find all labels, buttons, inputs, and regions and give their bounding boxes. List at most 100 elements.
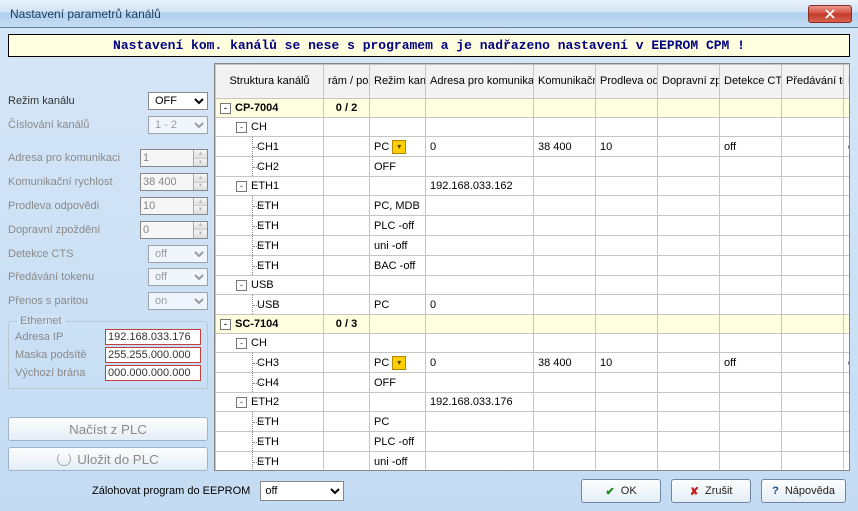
- tree-label: CH: [251, 121, 267, 133]
- expand-toggle[interactable]: -: [236, 397, 247, 408]
- help-button[interactable]: ?Nápověda: [761, 479, 846, 503]
- label-parity: Přenos s paritou: [8, 295, 144, 307]
- label-addr: Adresa pro komunikaci: [8, 152, 136, 164]
- tree-label: ETH1: [251, 180, 279, 192]
- col-speed[interactable]: Komunikační rychlost: [534, 65, 596, 99]
- select-numbering[interactable]: 1 - 2: [148, 116, 208, 134]
- warning-banner: Nastavení kom. kanálů se nese s programe…: [8, 34, 850, 57]
- col-parity[interactable]: Přenos s paritou: [844, 65, 850, 99]
- load-from-plc-button[interactable]: Načíst z PLC: [8, 417, 208, 441]
- expand-toggle[interactable]: -: [236, 122, 247, 133]
- col-token[interactable]: Předávání tokenu: [782, 65, 844, 99]
- ok-button[interactable]: ✔OK: [581, 479, 661, 503]
- table-row[interactable]: CH2OFF: [216, 157, 850, 177]
- table-row[interactable]: -ETH2192.168.033.176: [216, 393, 850, 412]
- table-row[interactable]: ETHuni -off: [216, 452, 850, 471]
- label-resp: Prodleva odpovědi: [8, 200, 136, 212]
- expand-toggle[interactable]: -: [220, 319, 231, 330]
- label-token: Předávání tokenu: [8, 271, 144, 283]
- select-token[interactable]: off: [148, 268, 208, 286]
- input-ip[interactable]: [105, 329, 201, 345]
- col-resp[interactable]: Prodleva odpovědi: [596, 65, 658, 99]
- row-speed: Komunikační rychlost ▲▼: [8, 172, 208, 192]
- col-ram[interactable]: rám / pozice: [324, 65, 370, 99]
- spin-speed[interactable]: ▲▼: [140, 173, 208, 191]
- select-parity[interactable]: on: [148, 292, 208, 310]
- table-row[interactable]: -CH: [216, 334, 850, 353]
- up-icon[interactable]: ▲: [194, 150, 207, 159]
- question-icon: ?: [772, 485, 779, 497]
- table-row[interactable]: CH4OFF: [216, 373, 850, 393]
- close-icon: [825, 9, 835, 19]
- col-addr[interactable]: Adresa pro komunikaci: [426, 65, 534, 99]
- backup-select[interactable]: off: [260, 481, 344, 501]
- tree-label: ETH2: [251, 396, 279, 408]
- table-row[interactable]: ETHPC: [216, 412, 850, 432]
- dropdown-icon[interactable]: ▾: [392, 140, 406, 154]
- label-mode: Režim kanálu: [8, 95, 144, 107]
- expand-toggle[interactable]: -: [236, 280, 247, 291]
- table-row[interactable]: CH1PC▾038 40010offon: [216, 137, 850, 157]
- dropdown-icon[interactable]: ▾: [392, 356, 406, 370]
- left-panel: Režim kanálu OFF Číslování kanálů 1 - 2 …: [8, 63, 208, 471]
- spin-resp[interactable]: ▲▼: [140, 197, 208, 215]
- row-mask: Maska podsítě: [15, 346, 201, 364]
- select-cts[interactable]: off: [148, 245, 208, 263]
- table-row[interactable]: -SC-71040 / 3: [216, 315, 850, 334]
- ethernet-group: Ethernet Adresa IP Maska podsítě Výchozí…: [8, 321, 208, 389]
- input-resp[interactable]: [141, 198, 193, 214]
- ethernet-group-label: Ethernet: [17, 315, 65, 327]
- backup-label: Zálohovat program do EEPROM: [12, 485, 250, 497]
- row-cts: Detekce CTS off: [8, 244, 208, 264]
- cancel-button[interactable]: ✘Zrušit: [671, 479, 751, 503]
- table-row[interactable]: -ETH1192.168.033.162: [216, 177, 850, 196]
- expand-toggle[interactable]: -: [236, 181, 247, 192]
- table-row[interactable]: ETHPLC -off: [216, 216, 850, 236]
- col-struct[interactable]: Struktura kanálů: [216, 65, 324, 99]
- row-numbering: Číslování kanálů 1 - 2: [8, 115, 208, 135]
- table-row[interactable]: -USB: [216, 276, 850, 295]
- label-ip: Adresa IP: [15, 331, 101, 343]
- row-mode: Režim kanálu OFF: [8, 91, 208, 111]
- expand-toggle[interactable]: -: [220, 103, 231, 114]
- col-mode[interactable]: Režim kanálu: [370, 65, 426, 99]
- table-row[interactable]: ETHPC, MDB: [216, 196, 850, 216]
- input-addr[interactable]: [141, 150, 193, 166]
- row-gw: Výchozí brána: [15, 364, 201, 382]
- select-mode[interactable]: OFF: [148, 92, 208, 110]
- input-gw[interactable]: [105, 365, 201, 381]
- input-mask[interactable]: [105, 347, 201, 363]
- channel-grid[interactable]: Struktura kanálů rám / pozice Režim kaná…: [215, 64, 849, 470]
- label-cts: Detekce CTS: [8, 248, 144, 260]
- save-to-plc-button[interactable]: Uložit do PLC: [8, 447, 208, 471]
- header-row: Struktura kanálů rám / pozice Režim kaná…: [216, 65, 850, 99]
- label-numbering: Číslování kanálů: [8, 119, 144, 131]
- down-icon[interactable]: ▼: [194, 159, 207, 167]
- col-cts[interactable]: Detekce CTS: [720, 65, 782, 99]
- input-speed[interactable]: [141, 174, 193, 190]
- check-icon: ✔: [606, 485, 615, 498]
- spin-trans[interactable]: ▲▼: [140, 221, 208, 239]
- col-trans[interactable]: Dopravní zpoždění: [658, 65, 720, 99]
- label-trans: Dopravní zpoždění: [8, 224, 136, 236]
- row-parity: Přenos s paritou on: [8, 291, 208, 311]
- tree-label: CH: [251, 337, 267, 349]
- table-row[interactable]: -CH: [216, 118, 850, 137]
- row-trans: Dopravní zpoždění ▲▼: [8, 220, 208, 240]
- row-ip: Adresa IP: [15, 328, 201, 346]
- table-row[interactable]: ETHuni -off: [216, 236, 850, 256]
- table-row[interactable]: -CP-70040 / 2: [216, 99, 850, 118]
- close-button[interactable]: [808, 5, 852, 23]
- label-mask: Maska podsítě: [15, 349, 101, 361]
- titlebar: Nastavení parametrů kanálů: [0, 0, 858, 28]
- table-row[interactable]: ETHPLC -off: [216, 432, 850, 452]
- refresh-icon: [57, 452, 71, 466]
- table-row[interactable]: CH3PC▾038 40010offon: [216, 353, 850, 373]
- input-trans[interactable]: [141, 222, 193, 238]
- window-title: Nastavení parametrů kanálů: [10, 7, 808, 21]
- table-row[interactable]: USBPC0: [216, 295, 850, 315]
- tree-label: USB: [251, 279, 274, 291]
- table-row[interactable]: ETHBAC -off: [216, 256, 850, 276]
- spin-addr[interactable]: ▲▼: [140, 149, 208, 167]
- expand-toggle[interactable]: -: [236, 338, 247, 349]
